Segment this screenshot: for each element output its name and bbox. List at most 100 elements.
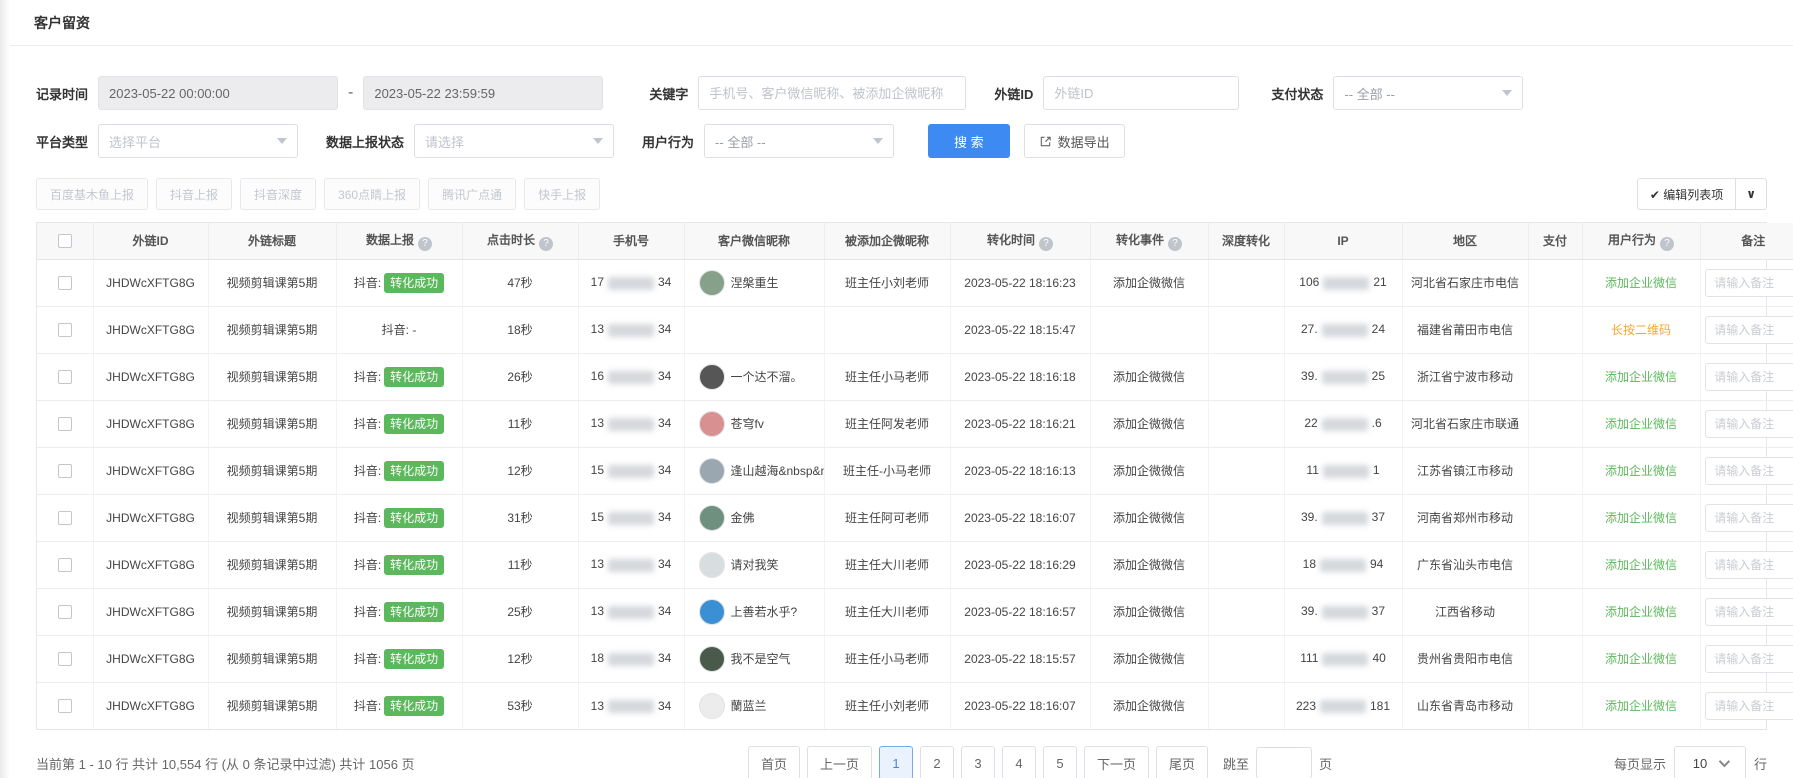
search-button[interactable]: 搜 索 — [928, 124, 1010, 158]
jump-page-input[interactable] — [1256, 747, 1313, 778]
cell-phone: 18 34 — [578, 635, 685, 683]
pagination-prev-button[interactable]: 上一页 — [806, 746, 872, 778]
cell-region: 江苏省镇江市移动 — [1402, 447, 1529, 495]
help-icon[interactable]: ? — [539, 236, 553, 251]
cell-link-title: 视频剪辑课第5期 — [208, 635, 337, 683]
report-button[interactable]: 抖音上报 — [156, 178, 233, 210]
note-input[interactable] — [1705, 268, 1793, 297]
pagination-page-button[interactable]: 5 — [1042, 746, 1077, 778]
pay-status-select[interactable]: -- 全部 -- — [1333, 76, 1524, 110]
edit-columns-button[interactable]: ✔ 编辑列表项 — [1636, 178, 1737, 210]
blurred-ip — [1322, 464, 1369, 478]
user-behavior-link[interactable]: 长按二维码 — [1611, 323, 1671, 337]
note-input[interactable] — [1705, 503, 1793, 532]
note-input[interactable] — [1705, 550, 1793, 579]
blurred-phone — [608, 558, 654, 572]
platform-type-placeholder: 选择平台 — [109, 134, 162, 150]
cell-region: 山东省青岛市移动 — [1402, 682, 1529, 729]
user-behavior-link[interactable]: 添加企业微信 — [1605, 464, 1677, 478]
row-checkbox[interactable] — [57, 275, 72, 290]
note-input[interactable] — [1705, 362, 1793, 391]
cell-phone: 15 34 — [578, 494, 685, 542]
cell-wechat-nickname: 我不是空气 — [689, 645, 820, 672]
help-icon[interactable]: ? — [1039, 236, 1053, 251]
row-checkbox[interactable] — [57, 604, 72, 619]
user-behavior-link[interactable]: 添加企业微信 — [1605, 417, 1677, 431]
note-input[interactable] — [1705, 597, 1793, 626]
cell-wechat-nickname: 上善若水乎? — [689, 598, 820, 625]
cell-deep-conversion — [1208, 682, 1285, 729]
note-input[interactable] — [1705, 456, 1793, 485]
pagination-page-button[interactable]: 4 — [1001, 746, 1036, 778]
pagination-first-button[interactable]: 首页 — [747, 746, 800, 778]
report-button[interactable]: 抖音深度 — [240, 178, 317, 210]
report-button[interactable]: 百度基木鱼上报 — [36, 178, 149, 210]
user-behavior-select[interactable]: -- 全部 -- — [704, 124, 895, 158]
row-checkbox[interactable] — [57, 510, 72, 525]
report-status-select[interactable]: 请选择 — [414, 124, 615, 158]
platform-type-select[interactable]: 选择平台 — [98, 124, 299, 158]
help-icon[interactable]: ? — [1660, 236, 1674, 251]
pagination-page-button[interactable]: 2 — [919, 746, 954, 778]
row-checkbox[interactable] — [57, 463, 72, 478]
cell-user-behavior: 添加企业微信 — [1582, 588, 1701, 636]
page-size-control: 每页显示 10 行 — [1614, 746, 1767, 778]
row-checkbox[interactable] — [57, 651, 72, 666]
note-input[interactable] — [1705, 409, 1793, 438]
cell-ip: 39. 25 — [1284, 353, 1403, 401]
note-input[interactable] — [1705, 691, 1793, 720]
note-input[interactable] — [1705, 315, 1793, 344]
row-checkbox[interactable] — [57, 322, 72, 337]
user-behavior-link[interactable]: 添加企业微信 — [1605, 652, 1677, 666]
blurred-ip — [1321, 605, 1368, 619]
help-icon[interactable]: ? — [1168, 236, 1182, 251]
avatar — [698, 598, 725, 625]
report-platform-text: 抖音: — [353, 464, 382, 478]
cell-conversion-time: 2023-05-22 18:15:57 — [950, 635, 1091, 683]
keyword-input[interactable] — [698, 76, 967, 110]
table-body: JHDWcXFTG8G 视频剪辑课第5期 抖音: 转化成功 47秒 17 34 涅槃… — [37, 259, 1793, 729]
cell-deep-conversion — [1208, 635, 1285, 683]
date-range-separator: - — [348, 84, 354, 101]
user-behavior-link[interactable]: 添加企业微信 — [1605, 699, 1677, 713]
user-behavior-link[interactable]: 添加企业微信 — [1605, 511, 1677, 525]
chevron-down-icon — [1502, 90, 1513, 96]
blurred-phone — [608, 370, 654, 384]
pagination-page-button[interactable]: 3 — [960, 746, 995, 778]
cell-link-title: 视频剪辑课第5期 — [208, 588, 337, 636]
pagination-page-button[interactable]: 1 — [878, 746, 913, 778]
pagination-last-button[interactable]: 尾页 — [1155, 746, 1208, 778]
export-button-label: 数据导出 — [1057, 134, 1110, 150]
user-behavior-link[interactable]: 添加企业微信 — [1605, 276, 1677, 290]
record-time-end-input[interactable] — [363, 76, 604, 110]
nickname-text: 蘭蓝兰 — [730, 699, 767, 714]
report-button[interactable]: 快手上报 — [524, 178, 601, 210]
report-status-badge: 转化成功 — [384, 696, 445, 717]
page-size-select[interactable]: 10 — [1673, 746, 1746, 778]
row-checkbox[interactable] — [57, 557, 72, 572]
select-all-checkbox[interactable] — [57, 234, 72, 249]
note-input[interactable] — [1705, 644, 1793, 673]
user-behavior-link[interactable]: 添加企业微信 — [1605, 558, 1677, 572]
blurred-phone — [608, 276, 654, 290]
pagination-next-button[interactable]: 下一页 — [1083, 746, 1149, 778]
cell-link-title: 视频剪辑课第5期 — [208, 353, 337, 401]
report-button[interactable]: 360点睛上报 — [324, 178, 421, 210]
record-time-start-input[interactable] — [98, 76, 339, 110]
table-row: JHDWcXFTG8G 视频剪辑课第5期 抖音: 转化成功 31秒 15 34 金佛… — [37, 494, 1793, 542]
row-checkbox[interactable] — [57, 416, 72, 431]
row-checkbox[interactable] — [57, 369, 72, 384]
nickname-text: 一个达不溜。 — [730, 370, 803, 384]
export-button[interactable]: 数据导出 — [1023, 124, 1125, 158]
help-icon[interactable]: ? — [418, 236, 432, 251]
cell-data-report: 抖音: 转化成功 — [336, 541, 463, 589]
cell-deep-conversion — [1208, 306, 1285, 354]
user-behavior-link[interactable]: 添加企业微信 — [1605, 605, 1677, 619]
edit-columns-caret-button[interactable]: ∨ — [1736, 178, 1767, 210]
external-id-input[interactable] — [1043, 76, 1240, 110]
cell-pay — [1528, 588, 1583, 636]
report-button[interactable]: 腾讯广点通 — [428, 178, 517, 210]
user-behavior-value: -- 全部 -- — [715, 134, 766, 150]
row-checkbox[interactable] — [57, 699, 72, 714]
user-behavior-link[interactable]: 添加企业微信 — [1605, 370, 1677, 384]
